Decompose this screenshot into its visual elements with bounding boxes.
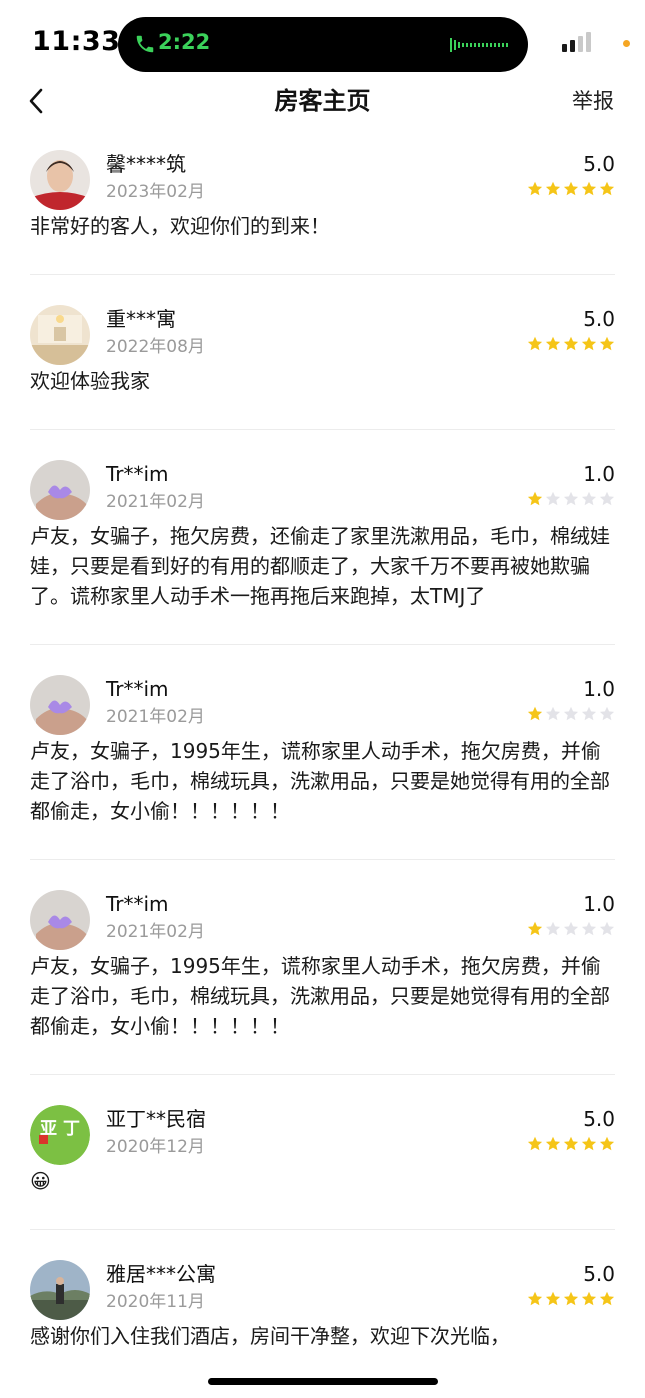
star-filled-icon [527, 1136, 543, 1151]
star-rating [527, 491, 615, 509]
review-date: 2023年02月 [106, 182, 205, 202]
home-indicator[interactable] [208, 1378, 438, 1385]
reviewer-name: Tr**im [106, 462, 169, 486]
audio-wave-icon [450, 38, 508, 52]
reviewer-name: 雅居***公寓 [106, 1262, 216, 1286]
star-filled-icon [527, 1291, 543, 1306]
star-filled-icon [545, 1136, 561, 1151]
star-rating [527, 706, 615, 724]
review-comment: 卢友，女骗子，1995年生，谎称家里人动手术，拖欠房费，并偷走了浴巾，毛巾，棉绒… [30, 739, 610, 823]
status-time: 11:33 [32, 26, 121, 57]
star-filled-icon [527, 181, 543, 196]
star-empty-icon [563, 706, 579, 721]
star-filled-icon [581, 336, 597, 351]
divider [30, 429, 615, 430]
star-filled-icon [599, 1291, 615, 1306]
star-filled-icon [527, 706, 543, 721]
review-date: 2021年02月 [106, 922, 205, 942]
review-score: 5.0 [583, 307, 615, 331]
nav-bar: 房客主页 举报 [0, 86, 645, 116]
divider [30, 1074, 615, 1075]
star-filled-icon [599, 336, 615, 351]
review-date: 2020年11月 [106, 1292, 205, 1312]
review-comment: 卢友，女骗子，1995年生，谎称家里人动手术，拖欠房费，并偷走了浴巾，毛巾，棉绒… [30, 954, 610, 1038]
star-empty-icon [599, 491, 615, 506]
avatar[interactable] [30, 150, 90, 210]
star-filled-icon [581, 1291, 597, 1306]
review-score: 1.0 [583, 892, 615, 916]
avatar[interactable] [30, 460, 90, 520]
divider [30, 859, 615, 860]
star-rating [527, 336, 615, 354]
star-filled-icon [527, 491, 543, 506]
star-rating [527, 181, 615, 199]
privacy-indicator [623, 40, 630, 47]
star-empty-icon [563, 921, 579, 936]
review-comment: 😀 [30, 1169, 51, 1193]
star-empty-icon [545, 491, 561, 506]
star-empty-icon [545, 706, 561, 721]
star-empty-icon [599, 706, 615, 721]
divider [30, 274, 615, 275]
avatar-text: 亚 丁 [40, 1119, 80, 1139]
avatar[interactable] [30, 305, 90, 365]
star-filled-icon [599, 1136, 615, 1151]
reviewer-name: 重***寓 [106, 307, 176, 331]
review-score: 5.0 [583, 1107, 615, 1131]
review-comment: 卢友，女骗子，拖欠房费，还偷走了家里洗漱用品，毛巾，棉绒娃娃，只要是看到好的有用… [30, 524, 610, 608]
review-score: 5.0 [583, 152, 615, 176]
review-date: 2022年08月 [106, 337, 205, 357]
avatar[interactable] [30, 890, 90, 950]
avatar[interactable] [30, 1260, 90, 1320]
review-comment: 非常好的客人，欢迎你们的到来！ [30, 214, 330, 238]
status-bar: 11:33 2:22 [0, 0, 645, 86]
review-date: 2020年12月 [106, 1137, 205, 1157]
review-date: 2021年02月 [106, 707, 205, 727]
divider [30, 1229, 615, 1230]
review-comment: 欢迎体验我家 [30, 369, 150, 393]
star-filled-icon [563, 1291, 579, 1306]
star-filled-icon [563, 181, 579, 196]
star-empty-icon [545, 921, 561, 936]
star-filled-icon [599, 181, 615, 196]
star-rating [527, 1136, 615, 1154]
report-button[interactable]: 举报 [572, 86, 614, 116]
star-filled-icon [545, 336, 561, 351]
reviewer-name: 馨****筑 [106, 152, 186, 176]
star-filled-icon [545, 181, 561, 196]
star-filled-icon [545, 1291, 561, 1306]
star-filled-icon [581, 181, 597, 196]
call-duration: 2:22 [158, 30, 211, 54]
reviewer-name: Tr**im [106, 677, 169, 701]
phone-icon [136, 35, 154, 53]
yading-logo-avatar[interactable]: 亚 丁 [30, 1105, 90, 1165]
reviewer-name: 亚丁**民宿 [106, 1107, 206, 1131]
star-filled-icon [581, 1136, 597, 1151]
star-empty-icon [581, 491, 597, 506]
star-filled-icon [563, 1136, 579, 1151]
star-empty-icon [563, 491, 579, 506]
signal-icon [562, 32, 591, 52]
reviewer-name: Tr**im [106, 892, 169, 916]
page-title: 房客主页 [274, 87, 371, 115]
star-filled-icon [527, 921, 543, 936]
review-score: 1.0 [583, 677, 615, 701]
star-empty-icon [581, 921, 597, 936]
avatar[interactable] [30, 675, 90, 735]
dynamic-island-call[interactable]: 2:22 [118, 17, 528, 72]
star-empty-icon [581, 706, 597, 721]
star-rating [527, 921, 615, 939]
star-empty-icon [599, 921, 615, 936]
review-score: 1.0 [583, 462, 615, 486]
star-rating [527, 1291, 615, 1309]
review-score: 5.0 [583, 1262, 615, 1286]
review-date: 2021年02月 [106, 492, 205, 512]
review-comment: 感谢你们入住我们酒店，房间干净整，欢迎下次光临， [30, 1324, 510, 1348]
divider [30, 644, 615, 645]
star-filled-icon [563, 336, 579, 351]
star-filled-icon [527, 336, 543, 351]
